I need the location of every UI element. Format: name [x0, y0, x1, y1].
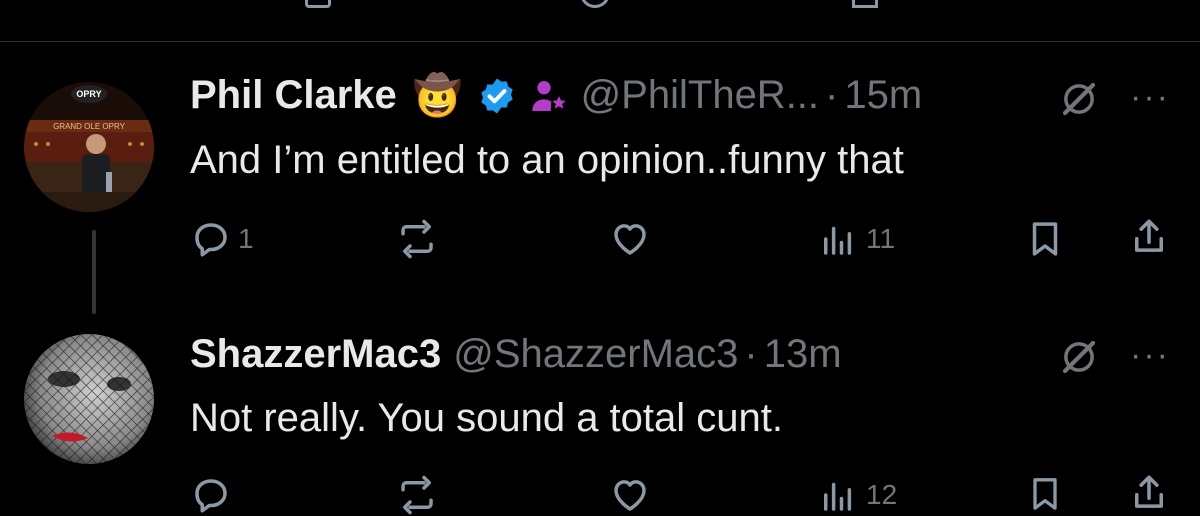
separator-dot: · — [744, 332, 758, 376]
svg-text:OPRY: OPRY — [76, 89, 101, 99]
handle[interactable]: @PhilTheR... — [581, 73, 819, 118]
verified-badge-icon[interactable] — [477, 76, 517, 116]
timestamp[interactable]: 15m — [844, 73, 922, 118]
heart-icon — [614, 480, 646, 511]
handle[interactable]: @ShazzerMac3 — [453, 332, 738, 377]
divider — [0, 41, 1200, 42]
cowboy-emoji-icon: 🤠 — [412, 74, 463, 118]
reply-count: 1 — [238, 223, 254, 254]
separator-dot: · — [825, 73, 839, 117]
retweet-icon — [401, 475, 433, 515]
analytics-icon — [824, 482, 852, 511]
bookmark-icon[interactable] — [1024, 218, 1066, 260]
share-icon[interactable] — [1128, 472, 1170, 514]
like-button[interactable] — [608, 474, 658, 516]
views-button[interactable]: 11 — [816, 218, 895, 260]
display-name[interactable]: ShazzerMac3 — [190, 332, 441, 377]
retweet-icon[interactable] — [305, 0, 331, 8]
grok-icon[interactable] — [1058, 336, 1100, 378]
reply-icon — [195, 223, 227, 257]
view-count: 12 — [866, 479, 898, 510]
analytics-icon — [824, 226, 852, 255]
grok-icon[interactable] — [1058, 78, 1100, 120]
bookmark-icon[interactable] — [1024, 474, 1066, 514]
avatar[interactable]: GRAND OLE OPRY OPRY — [24, 82, 154, 212]
tweet-text: And I’m entitled to an opinion..funny th… — [190, 138, 904, 182]
reply-icon — [195, 479, 227, 513]
subscriber-icon[interactable] — [529, 76, 569, 116]
thread-connector — [92, 230, 96, 314]
avatar-sign: GRAND OLE OPRY — [53, 122, 126, 131]
retweet-button[interactable] — [395, 474, 445, 516]
heart-icon[interactable] — [580, 0, 610, 8]
share-icon[interactable] — [1128, 216, 1170, 258]
avatar[interactable] — [24, 334, 154, 464]
more-options-button[interactable]: ··· — [1130, 78, 1170, 117]
previous-tweet-actions — [0, 0, 1200, 10]
timestamp[interactable]: 13m — [764, 332, 842, 377]
retweet-button[interactable] — [395, 218, 445, 260]
display-name[interactable]: Phil Clarke — [190, 73, 397, 118]
retweet-icon — [401, 219, 433, 259]
more-options-button[interactable]: ··· — [1130, 336, 1170, 375]
like-button[interactable] — [608, 218, 658, 260]
bookmark-icon[interactable] — [852, 0, 878, 8]
tweet-header: Phil Clarke 🤠 @PhilTheR... · 15m — [190, 72, 922, 119]
view-count: 11 — [866, 223, 896, 254]
reply-button[interactable] — [190, 474, 238, 516]
reply-button[interactable]: 1 — [190, 218, 254, 260]
tweet-header: ShazzerMac3 @ShazzerMac3 · 13m — [190, 332, 842, 377]
heart-icon — [614, 224, 646, 255]
views-button[interactable]: 12 — [816, 474, 897, 516]
tweet-text: Not really. You sound a total cunt. — [190, 396, 783, 440]
